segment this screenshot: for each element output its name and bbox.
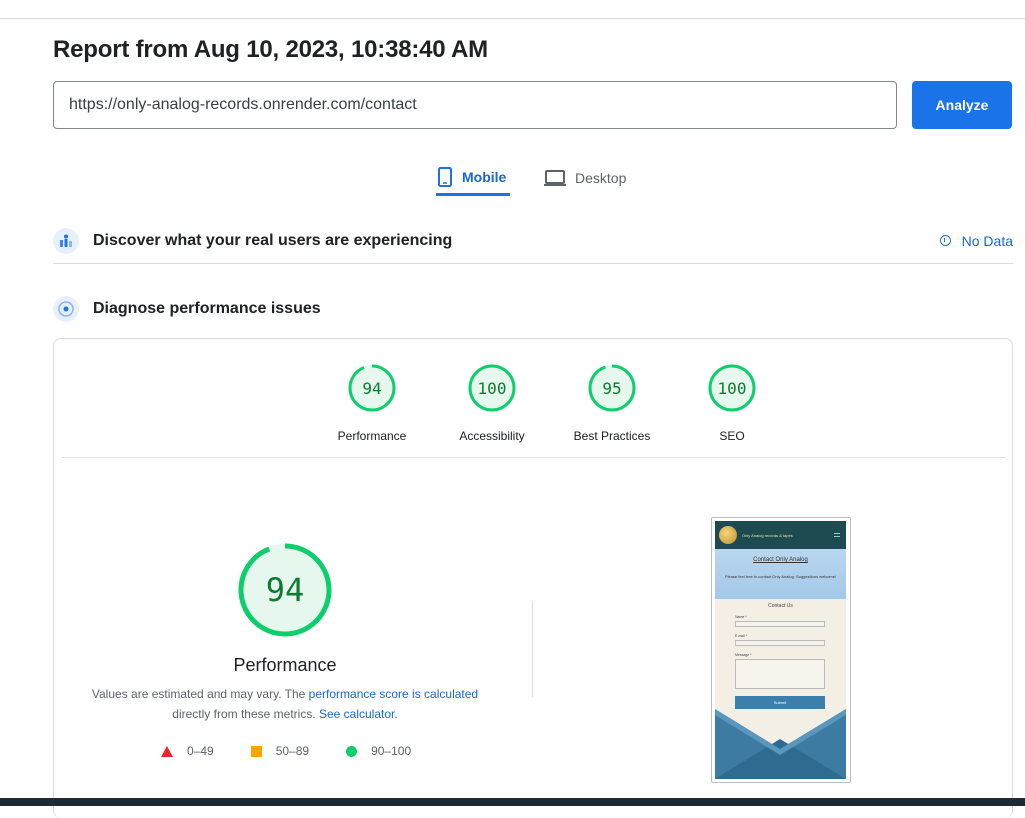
report-title: Report from Aug 10, 2023, 10:38:40 AM	[53, 36, 488, 63]
analyze-button[interactable]: Analyze	[912, 81, 1012, 129]
gauge-label: Accessibility	[459, 429, 525, 443]
gauge-value: 94	[362, 378, 382, 398]
tab-mobile-label: Mobile	[462, 168, 507, 185]
screenshot-navbar: Only Analog records & tapes	[715, 521, 846, 549]
circle-icon	[346, 745, 358, 757]
gauge-accessibility[interactable]: 100 Accessibility	[432, 363, 552, 443]
screenshot-message-field	[735, 659, 825, 689]
diagnose-section: Diagnose performance issues	[53, 292, 1013, 326]
gauge-label: Performance	[337, 429, 407, 443]
gauge-label: SEO	[719, 429, 745, 443]
legend-pass-range: 90–100	[371, 744, 412, 758]
laptop-icon	[544, 170, 566, 186]
tab-mobile[interactable]: Mobile	[436, 160, 510, 196]
legend-average-range: 50–89	[275, 744, 310, 758]
screenshot-email-field	[735, 640, 825, 646]
score-gauges: 94 Performance 100 Accessibility 95 Best…	[312, 363, 792, 443]
diagnose-card: 94 Performance 100 Accessibility 95 Best…	[53, 338, 1013, 818]
top-bar	[0, 0, 1025, 19]
phone-icon	[438, 166, 452, 187]
screenshot-brand: Only Analog records & tapes	[742, 532, 793, 538]
no-data-label: No Data	[961, 232, 1013, 249]
screenshot-submit-button: Submit	[735, 696, 825, 709]
gauge-performance[interactable]: 94 Performance	[312, 363, 432, 443]
gauge-best-practices[interactable]: 95 Best Practices	[552, 363, 672, 443]
hamburger-icon	[834, 533, 840, 537]
envelope-graphic	[715, 709, 846, 779]
screenshot-email-label: E-mail *	[735, 634, 748, 638]
legend-fail-range: 0–49	[187, 744, 214, 758]
screenshot-name-field	[735, 621, 825, 627]
main-score-value: 94	[265, 571, 305, 609]
divider	[62, 457, 1006, 458]
screenshot-name-label: Name *	[735, 615, 747, 619]
legend-fail: 0–49	[161, 744, 214, 758]
main-score-label: Performance	[233, 655, 337, 675]
gauge-seo[interactable]: 100 SEO	[672, 363, 792, 443]
final-screenshot: Only Analog records & tapes Contact Only…	[711, 517, 851, 783]
legend-average: 50–89	[250, 744, 310, 758]
triangle-icon	[161, 745, 173, 757]
no-data-status[interactable]: No Data	[939, 232, 1013, 249]
tab-desktop-label: Desktop	[575, 170, 627, 186]
url-input[interactable]	[53, 81, 897, 129]
screenshot-text: Please feel free to contact Only Analog.…	[724, 574, 837, 579]
score-legend: 0–49 50–89 90–100	[161, 744, 448, 758]
screenshot-page: Only Analog records & tapes Contact Only…	[715, 521, 846, 779]
performance-main-gauge: 94	[237, 542, 333, 638]
screenshot-hero: Contact Only Analog Please feel free to …	[715, 549, 846, 599]
note-text-2: directly from these metrics.	[172, 707, 319, 721]
gauge-value: 100	[717, 378, 747, 398]
tab-desktop[interactable]: Desktop	[543, 160, 626, 196]
taskbar	[0, 798, 1025, 806]
real-users-title: Discover what your real users are experi…	[93, 231, 453, 249]
info-icon	[939, 235, 951, 246]
score-calculated-link[interactable]: performance score is calculated	[309, 687, 478, 701]
screenshot-message-label: Message *	[735, 653, 752, 657]
score-note: Values are estimated and may vary. The p…	[85, 684, 485, 724]
see-calculator-link[interactable]: See calculator.	[319, 707, 398, 721]
legend-pass: 90–100	[346, 744, 411, 758]
gauge-value: 100	[477, 378, 507, 398]
real-users-section: Discover what your real users are experi…	[53, 218, 1013, 264]
diagnose-title: Diagnose performance issues	[93, 300, 321, 317]
screenshot-heading: Contact Only Analog	[753, 557, 808, 563]
vertical-divider	[532, 601, 533, 697]
square-icon	[250, 745, 262, 757]
screenshot-form: Contact Us Name * E-mail * Message * Sub…	[715, 599, 846, 709]
record-logo-icon	[719, 526, 737, 544]
note-text: Values are estimated and may vary. The	[91, 687, 309, 701]
screenshot-form-title: Contact Us	[768, 603, 793, 609]
crux-users-icon	[53, 227, 79, 254]
gauge-value: 95	[602, 378, 622, 398]
gauge-label: Best Practices	[573, 429, 651, 443]
lighthouse-icon	[53, 296, 79, 322]
